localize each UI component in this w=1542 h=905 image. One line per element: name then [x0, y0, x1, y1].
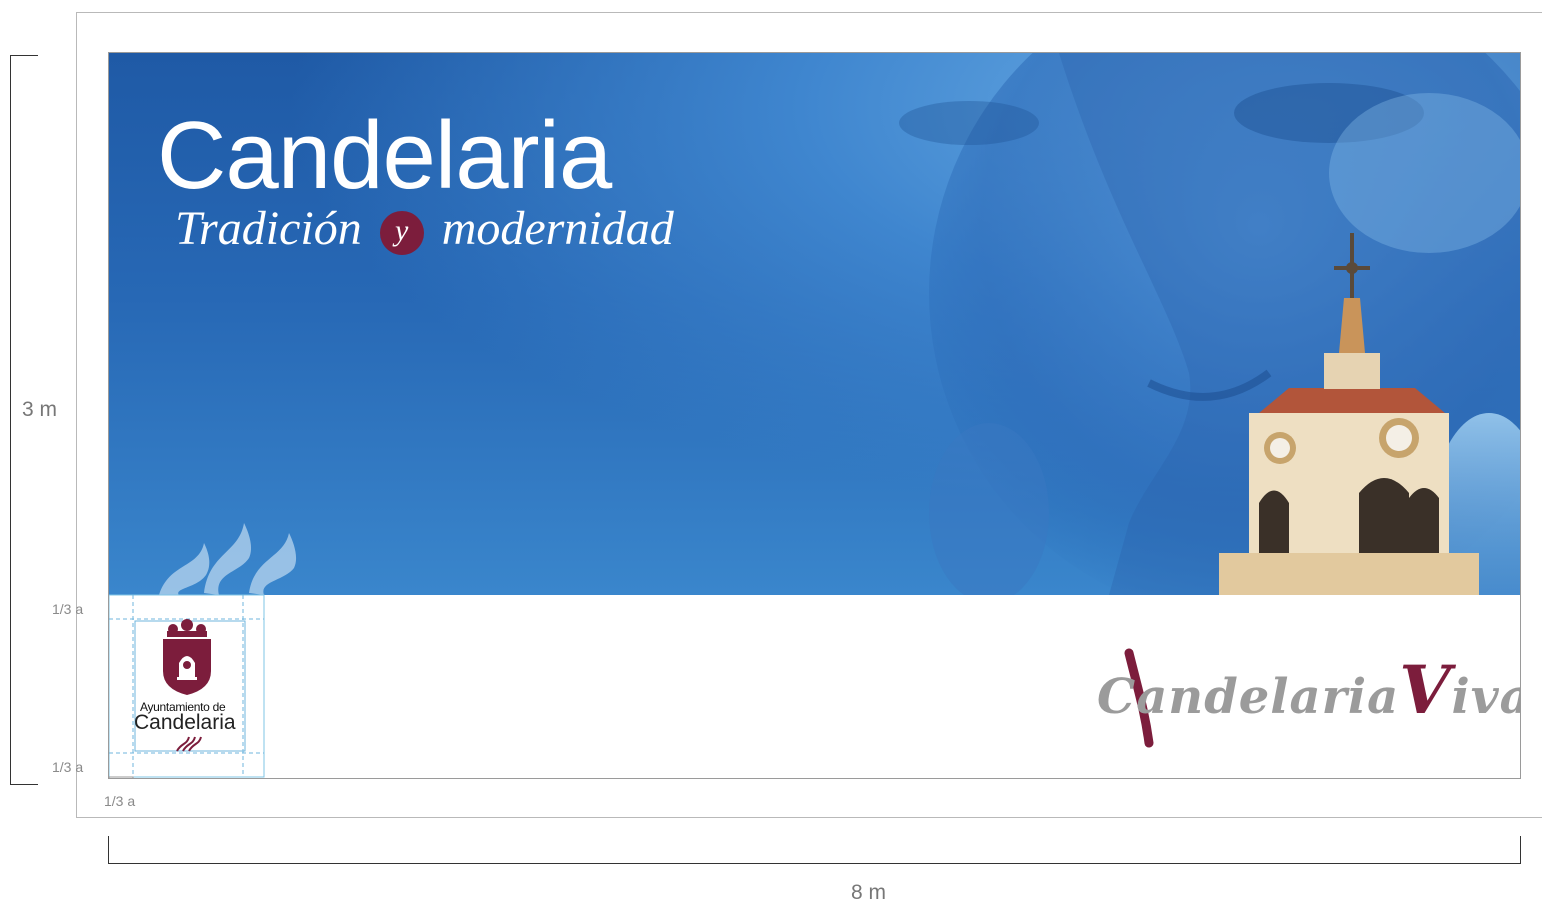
candelaria-viva-logo: CandelariaViva: [1097, 651, 1520, 729]
ayuntamiento-waves-icon: [176, 736, 202, 752]
viva-logo-suffix: iva: [1451, 669, 1520, 725]
width-dimension-label: 8 m: [851, 881, 887, 904]
height-dimension-label: 3 m: [22, 398, 58, 421]
spacing-label-top: 1/3 a: [52, 601, 84, 617]
viva-logo-initial: V: [1399, 651, 1452, 729]
viva-logo-prefix: Candelaria: [1097, 669, 1400, 725]
ayuntamiento-shield-icon: [163, 619, 211, 695]
spacing-label-left: 1/3 a: [104, 793, 136, 809]
ayuntamiento-line2: Candelaria: [134, 711, 236, 734]
spacing-label-bottom: 1/3 a: [52, 759, 84, 775]
width-dimension-line: [108, 836, 1521, 864]
banner: Candelaria Tradición y modernidad Ayunta…: [108, 52, 1521, 779]
